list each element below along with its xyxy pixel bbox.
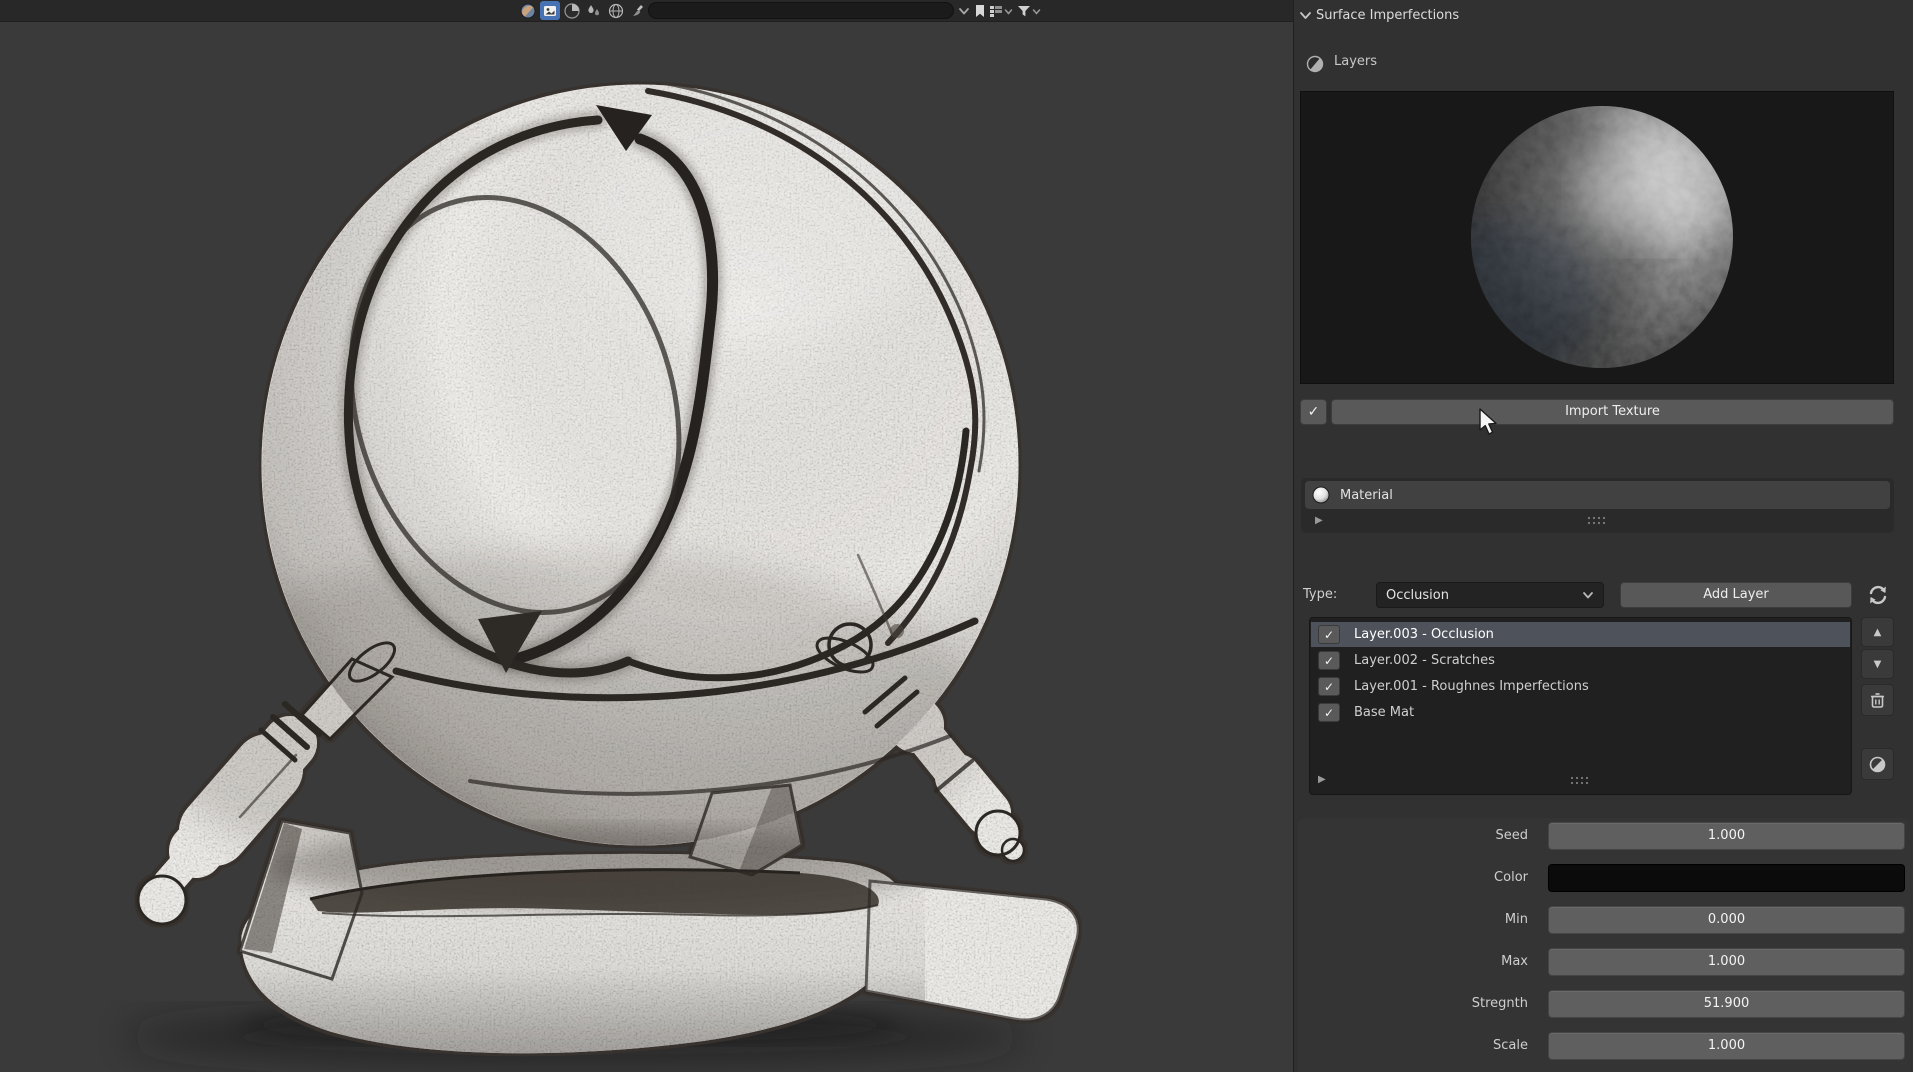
layer-name: Layer.003 - Occlusion <box>1354 627 1494 642</box>
seed-field[interactable]: 1.000 <box>1548 822 1905 850</box>
3d-viewport[interactable] <box>0 0 1293 1072</box>
refresh-icon <box>1867 584 1889 606</box>
check-icon: ✓ <box>1324 654 1334 668</box>
layer-visibility-checkbox[interactable]: ✓ <box>1318 703 1340 722</box>
chevron-down-icon <box>1582 589 1594 601</box>
layer-row[interactable]: ✓ Layer.001 - Roughnes Imperfections <box>1311 674 1850 699</box>
paint-brush-icon[interactable] <box>628 1 648 20</box>
fluid-drops-icon[interactable] <box>584 1 604 20</box>
bookmark-icon[interactable] <box>972 3 988 19</box>
scale-label: Scale <box>1298 1032 1538 1060</box>
layer-filter-button[interactable] <box>1861 748 1894 780</box>
drag-handle-icon[interactable] <box>1570 776 1592 785</box>
type-value: Occlusion <box>1386 588 1449 603</box>
app-window: Surface Imperfections Layers <box>0 0 1913 1072</box>
material-preview-sphere-icon[interactable] <box>518 1 538 20</box>
check-icon: ✓ <box>1308 404 1320 420</box>
disclosure-triangle-icon[interactable]: ▶ <box>1318 770 1326 789</box>
shader-ball-model[interactable] <box>0 21 1293 1072</box>
drag-handle-icon[interactable] <box>1587 516 1609 525</box>
material-selector-widget: Material ▶ <box>1301 478 1894 533</box>
check-icon: ✓ <box>1324 706 1334 720</box>
layer-name: Layer.001 - Roughnes Imperfections <box>1354 679 1589 694</box>
display-settings-chevron-icon[interactable] <box>1003 3 1013 19</box>
contrast-sphere-icon <box>1869 756 1886 773</box>
layer-name: Layer.002 - Scratches <box>1354 653 1495 668</box>
type-dropdown[interactable]: Occlusion <box>1376 582 1604 608</box>
arrow-down-icon: ▼ <box>1874 659 1882 670</box>
layer-visibility-checkbox[interactable]: ✓ <box>1318 651 1340 670</box>
delete-layer-button[interactable] <box>1861 684 1894 716</box>
refresh-button[interactable] <box>1862 580 1894 610</box>
layer-visibility-checkbox[interactable]: ✓ <box>1318 625 1340 644</box>
panel-collapse-chevron-icon[interactable] <box>1299 9 1312 22</box>
viewport-header <box>0 0 1293 22</box>
move-layer-up-button[interactable]: ▲ <box>1861 617 1894 647</box>
mouse-cursor <box>1479 408 1505 438</box>
add-layer-button[interactable]: Add Layer <box>1620 582 1852 608</box>
filter-funnel-icon[interactable] <box>1016 3 1032 19</box>
search-input[interactable] <box>648 2 954 19</box>
material-name: Material <box>1340 488 1393 503</box>
image-texture-icon[interactable] <box>540 1 560 20</box>
max-field[interactable]: 1.000 <box>1548 948 1905 976</box>
layers-sphere-icon <box>1306 55 1324 73</box>
surface-imperfections-panel: Surface Imperfections Layers <box>1293 0 1913 1072</box>
strength-field[interactable]: 51.900 <box>1548 990 1905 1018</box>
layer-row[interactable]: ✓ Base Mat <box>1311 700 1850 725</box>
filter-chevron-icon[interactable] <box>1031 3 1041 19</box>
max-label: Max <box>1298 948 1538 976</box>
strength-label: Stregnth <box>1298 990 1538 1018</box>
seed-label: Seed <box>1298 822 1538 850</box>
panel-title[interactable]: Surface Imperfections <box>1316 7 1459 25</box>
arrow-up-icon: ▲ <box>1874 627 1882 638</box>
min-label: Min <box>1298 906 1538 934</box>
check-icon: ✓ <box>1324 680 1334 694</box>
display-settings-icon[interactable] <box>988 3 1004 19</box>
import-texture-checkbox[interactable]: ✓ <box>1300 399 1327 425</box>
layer-properties-panel: Seed 1.000 Color Min 0.000 Max 1.000 Str… <box>1298 818 1910 1072</box>
import-texture-button[interactable]: Import Texture <box>1331 399 1894 425</box>
layer-visibility-checkbox[interactable]: ✓ <box>1318 677 1340 696</box>
material-sphere-icon <box>1312 486 1330 504</box>
check-icon: ✓ <box>1324 628 1334 642</box>
layer-name: Base Mat <box>1354 705 1414 720</box>
min-field[interactable]: 0.000 <box>1548 906 1905 934</box>
material-expand-row[interactable]: ▶ <box>1305 511 1890 530</box>
material-selector[interactable]: Material <box>1305 481 1890 509</box>
collapse-chevron-icon[interactable] <box>956 3 972 19</box>
trash-icon <box>1870 692 1885 708</box>
matcap-sphere-icon[interactable] <box>562 1 582 20</box>
layer-list: ✓ Layer.003 - Occlusion ✓ Layer.002 - Sc… <box>1309 617 1852 795</box>
layer-row[interactable]: ✓ Layer.003 - Occlusion <box>1311 622 1850 647</box>
environment-sphere-icon[interactable] <box>606 1 626 20</box>
type-label: Type: <box>1303 582 1337 608</box>
move-layer-down-button[interactable]: ▼ <box>1861 649 1894 679</box>
layer-row[interactable]: ✓ Layer.002 - Scratches <box>1311 648 1850 673</box>
color-swatch[interactable] <box>1548 864 1905 892</box>
disclosure-triangle-icon[interactable]: ▶ <box>1315 511 1323 530</box>
scale-field[interactable]: 1.000 <box>1548 1032 1905 1060</box>
texture-preview-image[interactable] <box>1300 91 1894 384</box>
layers-section-label: Layers <box>1334 53 1377 71</box>
color-label: Color <box>1298 864 1538 892</box>
